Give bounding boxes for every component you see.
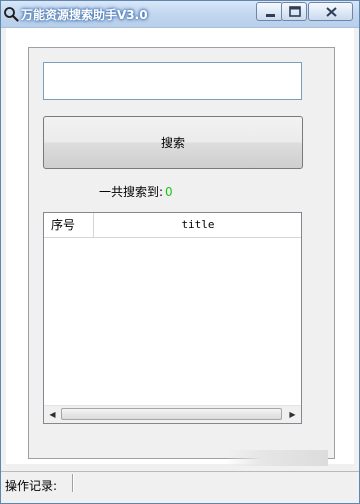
title-bar[interactable]: 万能资源搜索助手V3.0 <box>1 1 359 28</box>
horizontal-scrollbar[interactable]: ◀ ▶ <box>44 405 301 423</box>
result-count: 一共搜索到: 0 <box>99 183 173 199</box>
search-input[interactable] <box>43 62 302 100</box>
status-separator <box>72 474 73 492</box>
column-header-index[interactable]: 序号 <box>44 213 94 237</box>
minimize-icon <box>266 14 275 17</box>
scroll-right-icon[interactable]: ▶ <box>284 406 301 423</box>
main-panel: 搜索 一共搜索到: 0 序号 title ◀ ▶ <box>28 47 335 466</box>
status-bar: 操作记录: <box>1 471 359 494</box>
search-button[interactable]: 搜索 <box>43 116 303 169</box>
app-window: 万能资源搜索助手V3.0 搜索 一共搜索到: 0 序号 title ◀ ▶ 操作… <box>0 0 360 504</box>
minimize-button[interactable] <box>256 2 283 21</box>
window-title: 万能资源搜索助手V3.0 <box>21 8 148 22</box>
scroll-left-icon[interactable]: ◀ <box>44 406 61 423</box>
client-area: 搜索 一共搜索到: 0 序号 title ◀ ▶ <box>6 28 354 466</box>
panel-resize-grip <box>226 450 328 466</box>
scrollbar-thumb[interactable] <box>61 408 282 420</box>
list-header: 序号 title <box>44 213 301 238</box>
search-icon <box>4 7 19 22</box>
result-count-label: 一共搜索到: <box>99 185 164 199</box>
maximize-button[interactable] <box>281 2 307 21</box>
column-header-title[interactable]: title <box>95 213 301 237</box>
maximize-icon <box>289 6 301 17</box>
close-icon <box>326 7 337 17</box>
result-count-value: 0 <box>165 185 173 199</box>
close-button[interactable] <box>308 2 353 21</box>
results-list[interactable]: 序号 title ◀ ▶ <box>43 212 302 424</box>
status-label: 操作记录: <box>5 479 58 493</box>
